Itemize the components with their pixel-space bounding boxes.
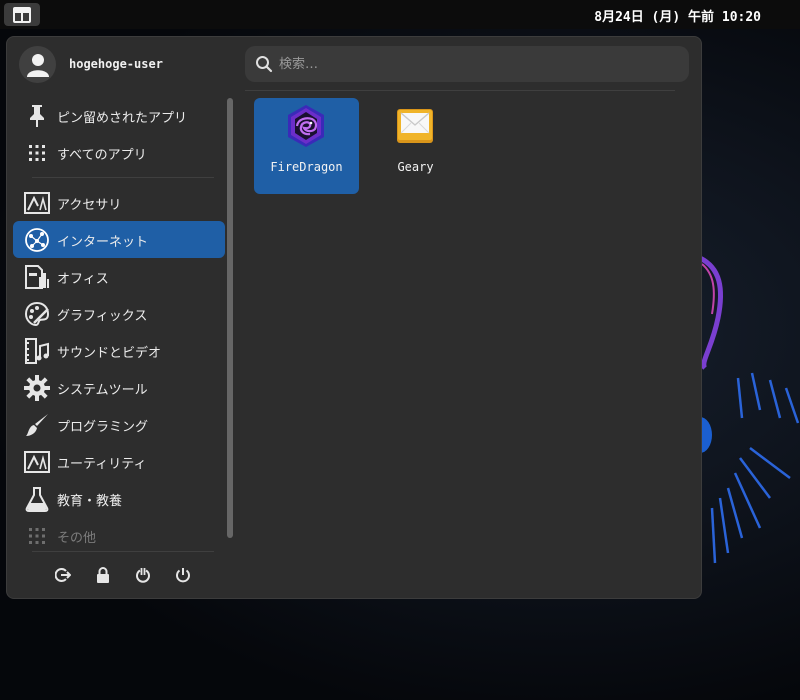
- brush-icon: [24, 412, 50, 438]
- power-button[interactable]: [172, 564, 194, 586]
- suspend-button[interactable]: [132, 564, 154, 586]
- category-label: ユーティリティ: [57, 457, 147, 472]
- utilities-icon: [24, 449, 50, 475]
- category-label: 教育・教養: [57, 494, 123, 509]
- category-all-apps[interactable]: すべてのアプリ: [13, 134, 225, 171]
- app-label: Geary: [397, 160, 434, 174]
- logout-icon: [55, 568, 71, 582]
- category-label: すべてのアプリ: [57, 148, 147, 163]
- application-menu: hogehoge-user ピン留めされたアプリ すべてのアプリ: [6, 36, 702, 599]
- category-label: グラフィックス: [57, 309, 148, 324]
- category-label: システムツール: [57, 383, 148, 398]
- category-other[interactable]: その他: [13, 517, 225, 554]
- flask-icon: [24, 486, 50, 512]
- app-grid-icon: [24, 523, 50, 549]
- user-avatar-icon: [26, 53, 49, 77]
- category-label: インターネット: [57, 235, 149, 250]
- category-system-tools[interactable]: システムツール: [13, 369, 225, 406]
- footer-divider: [32, 551, 214, 552]
- power-icon: [176, 568, 190, 583]
- app-grid-icon: [24, 140, 50, 166]
- gear-icon: [24, 375, 50, 401]
- lock-button[interactable]: [92, 564, 114, 586]
- applications-menu-icon: [13, 6, 31, 23]
- user-name: hogehoge-user: [69, 57, 163, 71]
- pin-icon: [24, 103, 50, 129]
- user-avatar[interactable]: [19, 46, 56, 83]
- category-divider: [32, 177, 214, 178]
- category-label: プログラミング: [57, 420, 149, 435]
- search-input[interactable]: [279, 54, 679, 74]
- category-label: オフィス: [57, 272, 109, 287]
- geary-mail-icon: [397, 109, 433, 143]
- category-label: サウンドとビデオ: [57, 346, 162, 361]
- top-panel: 8月24日 (月) 午前 10:20: [0, 0, 800, 29]
- category-scrollbar[interactable]: [227, 98, 233, 538]
- category-pinned-apps[interactable]: ピン留めされたアプリ: [13, 97, 225, 134]
- search-box[interactable]: [245, 46, 689, 82]
- suspend-icon: [136, 568, 150, 583]
- firedragon-icon: [288, 105, 324, 147]
- category-label: ピン留めされたアプリ: [57, 111, 188, 126]
- search-icon: [256, 56, 273, 73]
- accessories-icon: [24, 190, 50, 216]
- app-label: FireDragon: [270, 160, 343, 174]
- category-accessories[interactable]: アクセサリ: [13, 184, 225, 221]
- lock-icon: [97, 567, 109, 583]
- panel-clock[interactable]: 8月24日 (月) 午前 10:20: [594, 6, 761, 25]
- category-sound-video[interactable]: サウンドとビデオ: [13, 332, 225, 369]
- category-label: その他: [57, 531, 97, 546]
- office-icon: [24, 264, 50, 290]
- category-office[interactable]: オフィス: [13, 258, 225, 295]
- category-label: アクセサリ: [57, 198, 122, 213]
- app-geary[interactable]: Geary: [363, 98, 468, 194]
- internet-globe-icon: [24, 227, 50, 253]
- app-firedragon[interactable]: FireDragon: [254, 98, 359, 194]
- category-graphics[interactable]: グラフィックス: [13, 295, 225, 332]
- category-education[interactable]: 教育・教養: [13, 480, 225, 517]
- palette-icon: [24, 301, 50, 327]
- category-internet[interactable]: インターネット: [13, 221, 225, 258]
- category-utilities[interactable]: ユーティリティ: [13, 443, 225, 480]
- film-music-icon: [24, 338, 50, 364]
- logout-button[interactable]: [52, 564, 74, 586]
- category-programming[interactable]: プログラミング: [13, 406, 225, 443]
- applications-menu-button[interactable]: [4, 3, 40, 26]
- header-divider: [245, 90, 675, 91]
